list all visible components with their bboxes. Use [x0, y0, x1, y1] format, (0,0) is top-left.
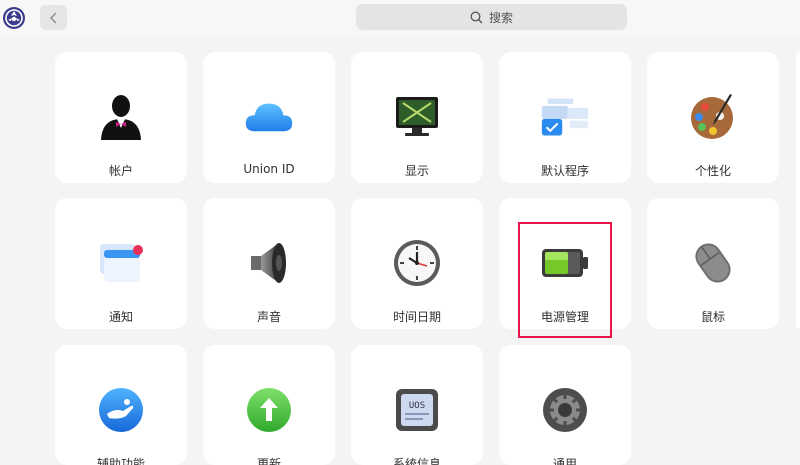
module-label: 时间日期	[392, 310, 441, 324]
accessibility-icon	[96, 385, 146, 435]
module-card-mouse[interactable]: 鼠标	[647, 198, 779, 329]
module-label: 默认程序	[540, 164, 589, 178]
module-card-update[interactable]: 更新	[203, 345, 335, 465]
module-card-sound[interactable]: 声音	[203, 198, 335, 329]
module-label: 显示	[404, 164, 429, 178]
system-info-icon: UOS	[392, 385, 442, 435]
module-card-power-management[interactable]: 电源管理	[499, 198, 631, 329]
monitor-icon	[392, 92, 442, 142]
gear-icon	[540, 385, 590, 435]
account-icon	[96, 92, 146, 142]
speaker-icon	[244, 238, 294, 288]
module-label: 电源管理	[540, 310, 589, 324]
module-card-general[interactable]: 通用	[499, 345, 631, 465]
clock-icon	[392, 238, 442, 288]
module-label: 辅助功能	[96, 457, 145, 465]
back-button[interactable]	[40, 5, 67, 30]
module-label: 帐户	[108, 164, 133, 178]
cloud-icon	[244, 92, 294, 142]
module-card-union-id[interactable]: Union ID	[203, 52, 335, 183]
title-bar: 搜索	[0, 0, 800, 36]
search-placeholder: 搜索	[488, 10, 513, 25]
next-column-card-edge	[796, 52, 800, 329]
update-icon	[244, 385, 294, 435]
module-label: 通用	[552, 457, 577, 465]
module-label: 声音	[256, 310, 281, 324]
module-label: Union ID	[243, 162, 295, 176]
mouse-icon	[688, 238, 738, 288]
module-card-accessibility[interactable]: 辅助功能	[55, 345, 187, 465]
system-info-badge-text: UOS	[409, 401, 425, 411]
module-card-display[interactable]: 显示	[351, 52, 483, 183]
search-icon	[470, 11, 483, 23]
module-card-account[interactable]: 帐户	[55, 52, 187, 183]
module-card-system-info[interactable]: UOS 系统信息	[351, 345, 483, 465]
module-card-personalization[interactable]: 个性化	[647, 52, 779, 183]
chevron-left-icon	[49, 12, 56, 23]
module-label: 个性化	[694, 164, 731, 178]
module-card-notification[interactable]: 通知	[55, 198, 187, 329]
app-logo-icon	[2, 6, 26, 30]
module-label: 系统信息	[392, 457, 441, 465]
module-label: 通知	[108, 310, 133, 324]
search-input[interactable]: 搜索	[356, 4, 627, 30]
module-card-date-time[interactable]: 时间日期	[351, 198, 483, 329]
battery-icon	[540, 238, 590, 288]
notification-icon	[96, 238, 146, 288]
module-label: 鼠标	[700, 310, 725, 324]
default-apps-icon	[540, 92, 590, 142]
palette-icon	[688, 92, 738, 142]
module-card-default-apps[interactable]: 默认程序	[499, 52, 631, 183]
module-label: 更新	[256, 457, 281, 465]
